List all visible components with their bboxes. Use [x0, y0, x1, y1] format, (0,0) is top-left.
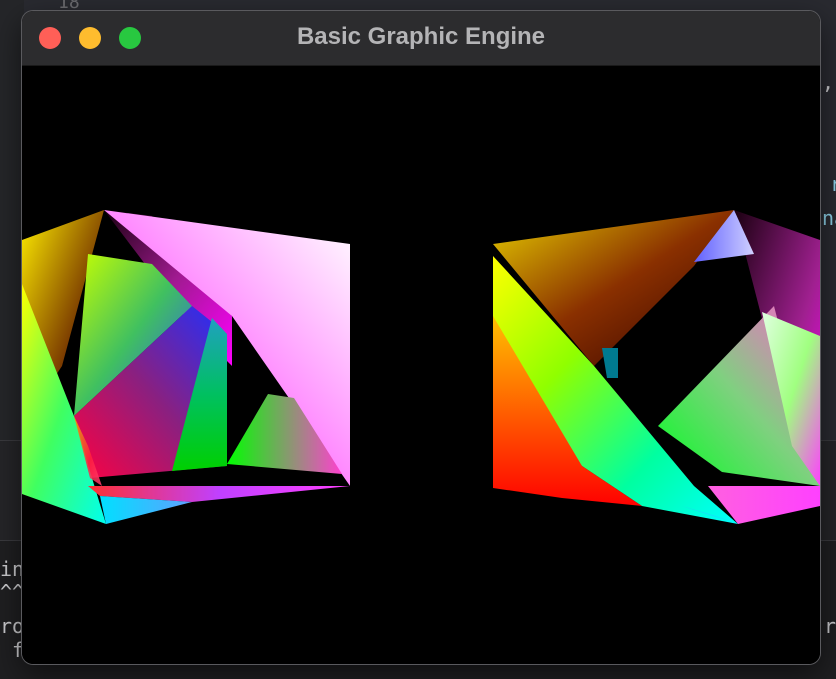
render-viewport[interactable] [22, 66, 820, 664]
editor-text-fragment: r [830, 172, 836, 196]
right-cube [493, 210, 820, 524]
rendered-scene [22, 210, 820, 524]
editor-gutter [0, 0, 24, 440]
close-icon[interactable] [39, 27, 61, 49]
editor-text-fragment: , [822, 70, 835, 94]
terminal-text-fragment: ro [0, 614, 25, 638]
terminal-text-fragment: ^^ [0, 580, 25, 604]
window-titlebar[interactable]: Basic Graphic Engine [22, 11, 820, 66]
left-cube [22, 210, 350, 524]
window-title: Basic Graphic Engine [296, 23, 546, 50]
maximize-icon[interactable] [119, 27, 141, 49]
app-window: Basic Graphic Engine [22, 11, 820, 664]
terminal-text-fragment: f [0, 638, 25, 662]
cube-face [602, 348, 618, 378]
terminal-text-fragment: r [824, 614, 836, 638]
editor-text-fragment: na [822, 206, 836, 230]
terminal-text-fragment: in [0, 557, 25, 581]
minimize-icon[interactable] [79, 27, 101, 49]
